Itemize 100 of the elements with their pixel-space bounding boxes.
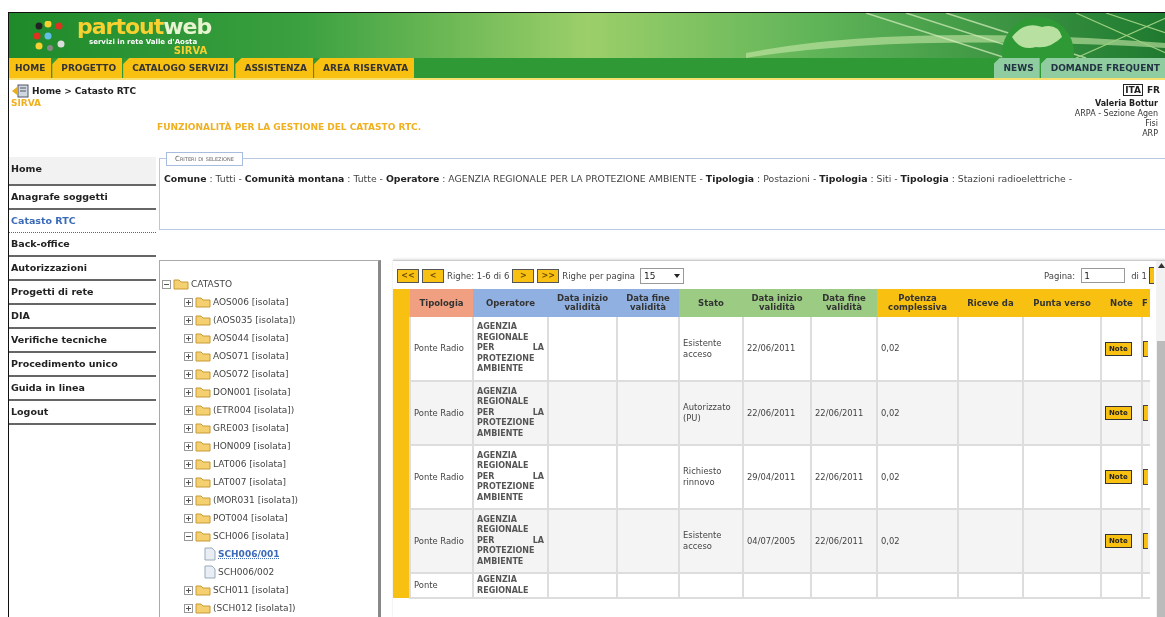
expand-icon[interactable] (184, 585, 193, 595)
expand-icon[interactable] (184, 387, 193, 397)
tree-node[interactable]: AOS072 [isolata] (213, 369, 289, 379)
expand-icon[interactable] (184, 351, 193, 361)
table-cell: AGENZIA REGIONALE (473, 573, 548, 598)
tree-node[interactable]: CATASTO (191, 279, 232, 289)
page-total: di 1 (1131, 270, 1147, 281)
user-name: Valeria Bottur (1093, 99, 1158, 109)
column-header[interactable]: Data fine validità (617, 289, 679, 317)
nav-tab[interactable]: HOME (9, 58, 52, 78)
tree-node[interactable]: (MOR031 [isolata]) (213, 495, 298, 505)
tree-node[interactable]: LAT007 [isolata] (213, 477, 286, 487)
nav-tab[interactable]: NEWS (993, 58, 1040, 78)
folder-icon (195, 476, 211, 488)
tree-node[interactable]: (ETR004 [isolata]) (213, 405, 295, 415)
column-header[interactable]: Data fine validità (811, 289, 877, 317)
column-header[interactable]: Stato (679, 289, 743, 317)
sidebar-item[interactable]: Anagrafe soggetti (9, 186, 156, 210)
breadcrumb-current: Catasto RTC (74, 86, 137, 96)
sidebar-item[interactable]: Verifiche tecniche (9, 329, 156, 353)
column-header[interactable]: Data inizio validità (743, 289, 811, 317)
folder-icon (195, 368, 211, 380)
breadcrumb-separator: > (64, 86, 72, 96)
expand-icon[interactable] (184, 513, 193, 523)
rows-per-page-select[interactable]: 15 (640, 267, 685, 284)
language-option[interactable]: ITA (1123, 84, 1143, 96)
expand-icon[interactable] (184, 423, 193, 433)
folder-icon (195, 350, 211, 362)
folder-icon (195, 314, 211, 326)
nav-tab[interactable]: DOMANDE FREQUENT (1040, 58, 1165, 78)
sidebar-item[interactable]: Logout (9, 401, 156, 425)
expand-icon[interactable] (184, 333, 193, 343)
folder-icon (195, 530, 211, 542)
nav-tab[interactable]: AREA RISERVATA (314, 58, 415, 78)
breadcrumb-link[interactable]: Home (32, 86, 62, 96)
action-button[interactable] (1143, 533, 1148, 549)
expand-icon[interactable] (184, 459, 193, 469)
nav-tab[interactable]: ASSISTENZA (235, 58, 314, 78)
sidebar-item[interactable]: Progetti di rete (9, 281, 156, 305)
header-marker (393, 289, 410, 317)
expand-icon[interactable] (184, 297, 193, 307)
previous-page-button[interactable]: < (422, 268, 444, 283)
page-field[interactable]: 1 (1081, 268, 1126, 283)
expand-icon[interactable] (184, 315, 193, 325)
page-label: Pagina: (1043, 270, 1076, 281)
sidebar-item[interactable]: Autorizzazioni (9, 257, 156, 281)
folder-icon (195, 458, 211, 470)
expand-icon[interactable] (184, 369, 193, 379)
scrollbar-thumb[interactable] (1157, 341, 1165, 617)
criteria-text: Comune : Tutti - Comunità montana : Tutte - Operatore : AGENZIA REGIONALE PER LA PROTEZIONE AMBIENTE - Tipologia : Postazioni - Tipologia : Siti - Tipologia : Stazioni radioelettriche - (164, 173, 1074, 184)
tree-node[interactable]: AOS006 [isolata] (213, 297, 289, 307)
sidebar-item[interactable]: Guida in linea (9, 377, 156, 401)
tree-node[interactable]: GRE003 [isolata] (213, 423, 289, 433)
expand-icon[interactable] (184, 495, 193, 505)
column-header[interactable]: Data inizio validità (548, 289, 617, 317)
go-button[interactable] (1149, 267, 1154, 284)
folder-icon (195, 440, 211, 452)
tree-node[interactable]: SCH006 [isolata] (213, 531, 289, 541)
tree-node[interactable]: AOS071 [isolata] (213, 351, 289, 361)
action-button[interactable] (1143, 405, 1148, 421)
action-button[interactable] (1143, 340, 1148, 357)
nav-tab[interactable]: PROGETTO (52, 58, 123, 78)
column-header[interactable]: Punta verso (1023, 289, 1101, 317)
column-header[interactable]: Potenza complessiva (877, 289, 958, 317)
tree-node[interactable]: HON009 [isolata] (213, 441, 291, 451)
scrollbar[interactable] (1156, 261, 1165, 617)
tree-node[interactable]: SCH006/002 (218, 567, 275, 577)
sidebar-item[interactable]: DIA (9, 305, 156, 329)
last-page-button[interactable]: >> (537, 268, 560, 283)
tree-node[interactable]: LAT006 [isolata] (213, 459, 286, 469)
first-page-button[interactable]: << (397, 268, 419, 283)
sidebar-item[interactable]: Back-office (9, 233, 156, 257)
expand-icon[interactable] (184, 603, 193, 613)
action-button[interactable] (1143, 469, 1148, 485)
folder-icon (195, 404, 211, 416)
tree-node[interactable]: POT004 [isolata] (213, 513, 288, 523)
next-page-button[interactable]: > (512, 268, 535, 283)
folder-icon (195, 602, 211, 614)
language-option[interactable]: FR (1144, 84, 1162, 96)
tree-node[interactable]: AOS044 [isolata] (213, 333, 289, 343)
column-header[interactable]: Riceve da (958, 289, 1023, 317)
expand-icon[interactable] (184, 441, 193, 451)
tree-node[interactable]: SCH011 [isolata] (213, 585, 289, 595)
collapse-icon[interactable] (162, 279, 171, 289)
column-header[interactable]: F (1142, 289, 1150, 317)
expand-icon[interactable] (184, 405, 193, 415)
column-header[interactable]: Note (1101, 289, 1142, 317)
nav-tab[interactable]: CATALOGO SERVIZI (123, 58, 235, 78)
expand-icon[interactable] (184, 477, 193, 487)
tree-node[interactable]: DON001 [isolata] (213, 387, 291, 397)
tree-node[interactable]: (SCH012 [isolata]) (213, 603, 296, 613)
collapse-icon[interactable] (184, 531, 193, 541)
column-header[interactable]: Operatore (473, 289, 548, 317)
tree-node[interactable]: (AOS035 [isolata]) (213, 315, 296, 325)
tree-node[interactable]: SCH006/001 (218, 549, 280, 559)
column-header[interactable]: Tipologia (410, 289, 473, 317)
sidebar-item[interactable]: Catasto RTC (9, 210, 156, 233)
sidebar-item[interactable]: Procedimento unico (9, 353, 156, 377)
sidebar-item[interactable]: Home (9, 157, 156, 186)
folder-icon (195, 386, 211, 398)
